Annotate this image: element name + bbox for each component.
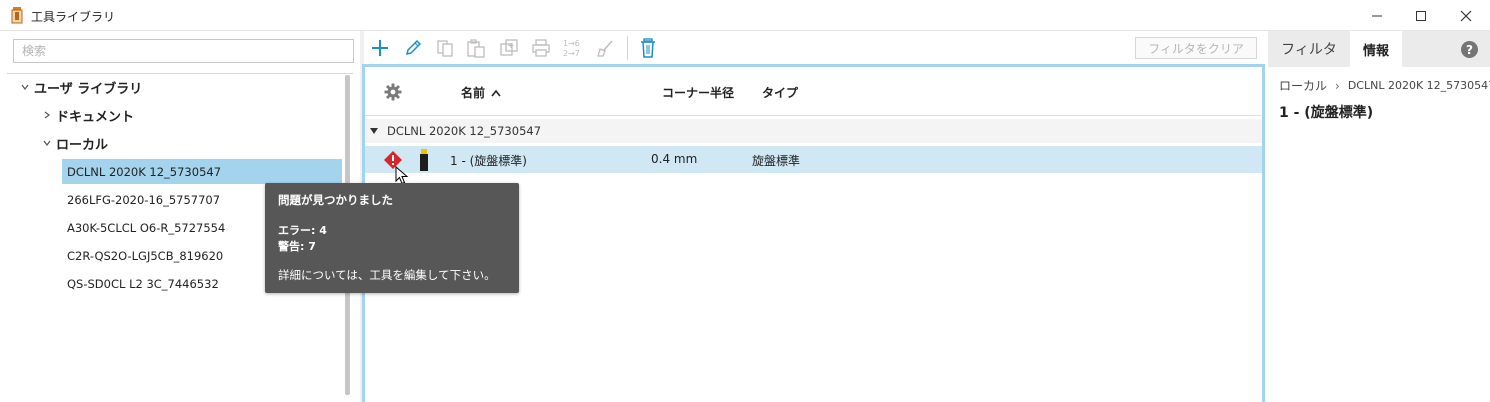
minimize-icon [1372,15,1382,16]
breadcrumb-parent[interactable]: ローカル [1279,77,1327,94]
delete-button[interactable] [637,37,659,59]
tab-info[interactable]: 情報 [1350,31,1402,67]
tree-node-local[interactable]: ローカル [40,131,108,155]
clear-filter-button[interactable]: フィルタをクリア [1135,37,1257,59]
info-panel: フィルタ 情報 ? ローカル › DCLNL 2020K 12_5730547 … [1268,31,1490,402]
duplicate-icon [500,39,518,56]
tree-node-user-library[interactable]: ユーザ ライブラリ [18,75,142,99]
divider [7,73,353,74]
info-title: 1 - (旋盤標準) [1279,105,1374,121]
cell-type: 旋盤標準 [752,154,801,168]
turning-tool-icon [420,149,428,171]
column-header-name[interactable]: 名前 [461,84,501,101]
tree-item-label: C2R-QS2O-LGJ5CB_819620 [67,248,224,263]
tree-node-label: ローカル [56,137,109,153]
tree-node-label: ユーザ ライブラリ [34,81,143,97]
brush-icon [597,40,613,57]
caret-down-icon[interactable] [370,128,378,134]
help-icon[interactable]: ? [1461,41,1478,58]
toolbar: 1→6 2→7 フィルタをクリア [364,31,1264,64]
paste-icon [467,39,485,58]
plus-icon [372,40,388,56]
close-button[interactable] [1443,0,1489,31]
copy-button[interactable] [434,37,456,59]
tooltip-note: 詳細については、工具を編集して下さい。 [278,268,496,282]
group-label: DCLNL 2020K 12_5730547 [387,124,542,138]
sort-ascending-icon [491,89,501,97]
chevron-down-icon[interactable] [40,136,54,150]
svg-text:2→7: 2→7 [563,49,580,58]
minimize-button[interactable] [1354,0,1400,31]
tooltip-title: 問題が見つかりました [278,193,393,207]
app-icon [11,7,23,24]
pencil-icon [405,39,422,56]
renumber-button[interactable]: 1→6 2→7 [562,37,584,59]
toolbar-divider [627,36,628,60]
tree-node-documents[interactable]: ドキュメント [40,103,134,127]
add-button[interactable] [369,37,391,59]
title-bar: 工具ライブラリ [0,0,1490,31]
chevron-right-icon[interactable] [40,108,54,122]
chevron-right-icon: › [1335,78,1340,93]
maximize-button[interactable] [1398,0,1444,31]
tooltip-warning-count: 警告: 7 [278,240,316,253]
tree-item-label: QS-SD0CL L2 3C_7446532 [67,276,219,291]
search-input[interactable] [14,40,353,62]
column-header-type[interactable]: タイプ [762,84,798,101]
column-header-corner-radius[interactable]: コーナー半径 [662,84,734,101]
chevron-down-icon[interactable] [18,80,32,94]
gear-icon[interactable] [384,83,402,101]
cell-corner-radius: 0.4 mm [651,152,698,166]
group-row[interactable]: DCLNL 2020K 12_5730547 [365,119,1262,143]
search-box[interactable] [13,39,354,63]
print-button[interactable] [530,37,552,59]
cleanup-button[interactable] [594,37,616,59]
close-icon [1460,10,1472,21]
list-header: 名前 コーナー半径 タイプ [365,67,1262,116]
table-row[interactable]: 1 - (旋盤標準) 0.4 mm 旋盤標準 [365,146,1262,185]
tab-bar: フィルタ 情報 ? [1268,31,1490,67]
print-icon [532,39,550,57]
problem-tooltip: 問題が見つかりました エラー: 4 警告: 7 詳細については、工具を編集して下… [265,183,519,293]
tree-node-label: ドキュメント [56,109,135,125]
cell-name: 1 - (旋盤標準) [450,154,527,168]
trash-icon [641,38,655,58]
edit-button[interactable] [402,37,424,59]
maximize-icon [1416,10,1426,21]
tooltip-error-count: エラー: 4 [278,224,327,237]
paste-button[interactable] [465,37,487,59]
svg-text:1→6: 1→6 [563,39,580,48]
tree-item-label: A30K-5CLCL O6-R_5727554 [67,220,226,235]
breadcrumb-current: DCLNL 2020K 12_5730547 [1347,79,1490,92]
column-header-label: 名前 [461,86,486,100]
tree-item-library[interactable]: DCLNL 2020K 12_5730547 [62,159,342,184]
duplicate-button[interactable] [498,37,520,59]
tree-item-label: DCLNL 2020K 12_5730547 [67,164,222,179]
copy-icon [437,40,453,57]
tab-filter[interactable]: フィルタ [1268,31,1350,67]
tree-item-label: 266LFG-2020-16_5757707 [67,192,221,207]
renumber-icon: 1→62→7 [563,39,580,58]
window-title: 工具ライブラリ [31,10,116,24]
breadcrumb: ローカル › DCLNL 2020K 12_5730547 [1279,77,1490,94]
